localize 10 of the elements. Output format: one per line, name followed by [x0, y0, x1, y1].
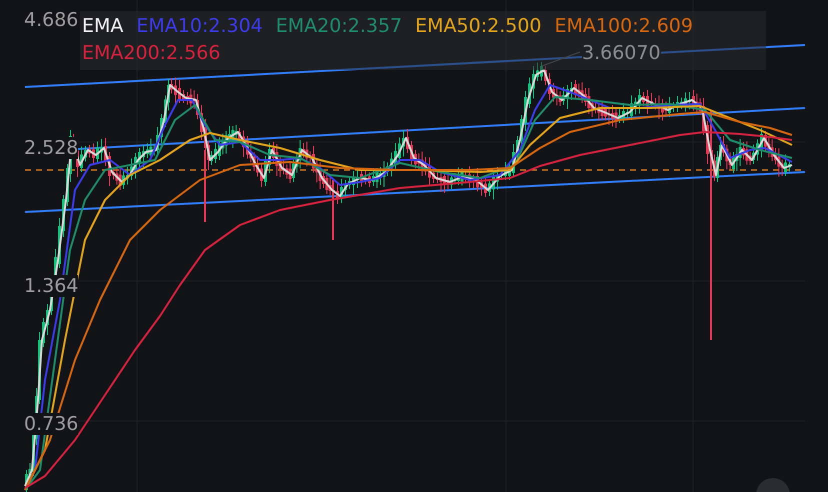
legend-item: EMA10:2.304 — [136, 14, 263, 39]
axis-label: 0.736 — [24, 413, 78, 435]
legend-item: EMA200:2.566 — [82, 41, 220, 66]
legend-item: EMA20:2.357 — [276, 14, 402, 39]
axis-label: 2.528 — [24, 137, 78, 159]
leader-line — [542, 52, 580, 66]
legend-item: EMA50:2.500 — [415, 14, 542, 39]
axis-label: 1.364 — [24, 275, 78, 297]
indicator-label: EMA — [82, 14, 124, 39]
legend-item: EMA100:2.609 — [554, 14, 693, 39]
